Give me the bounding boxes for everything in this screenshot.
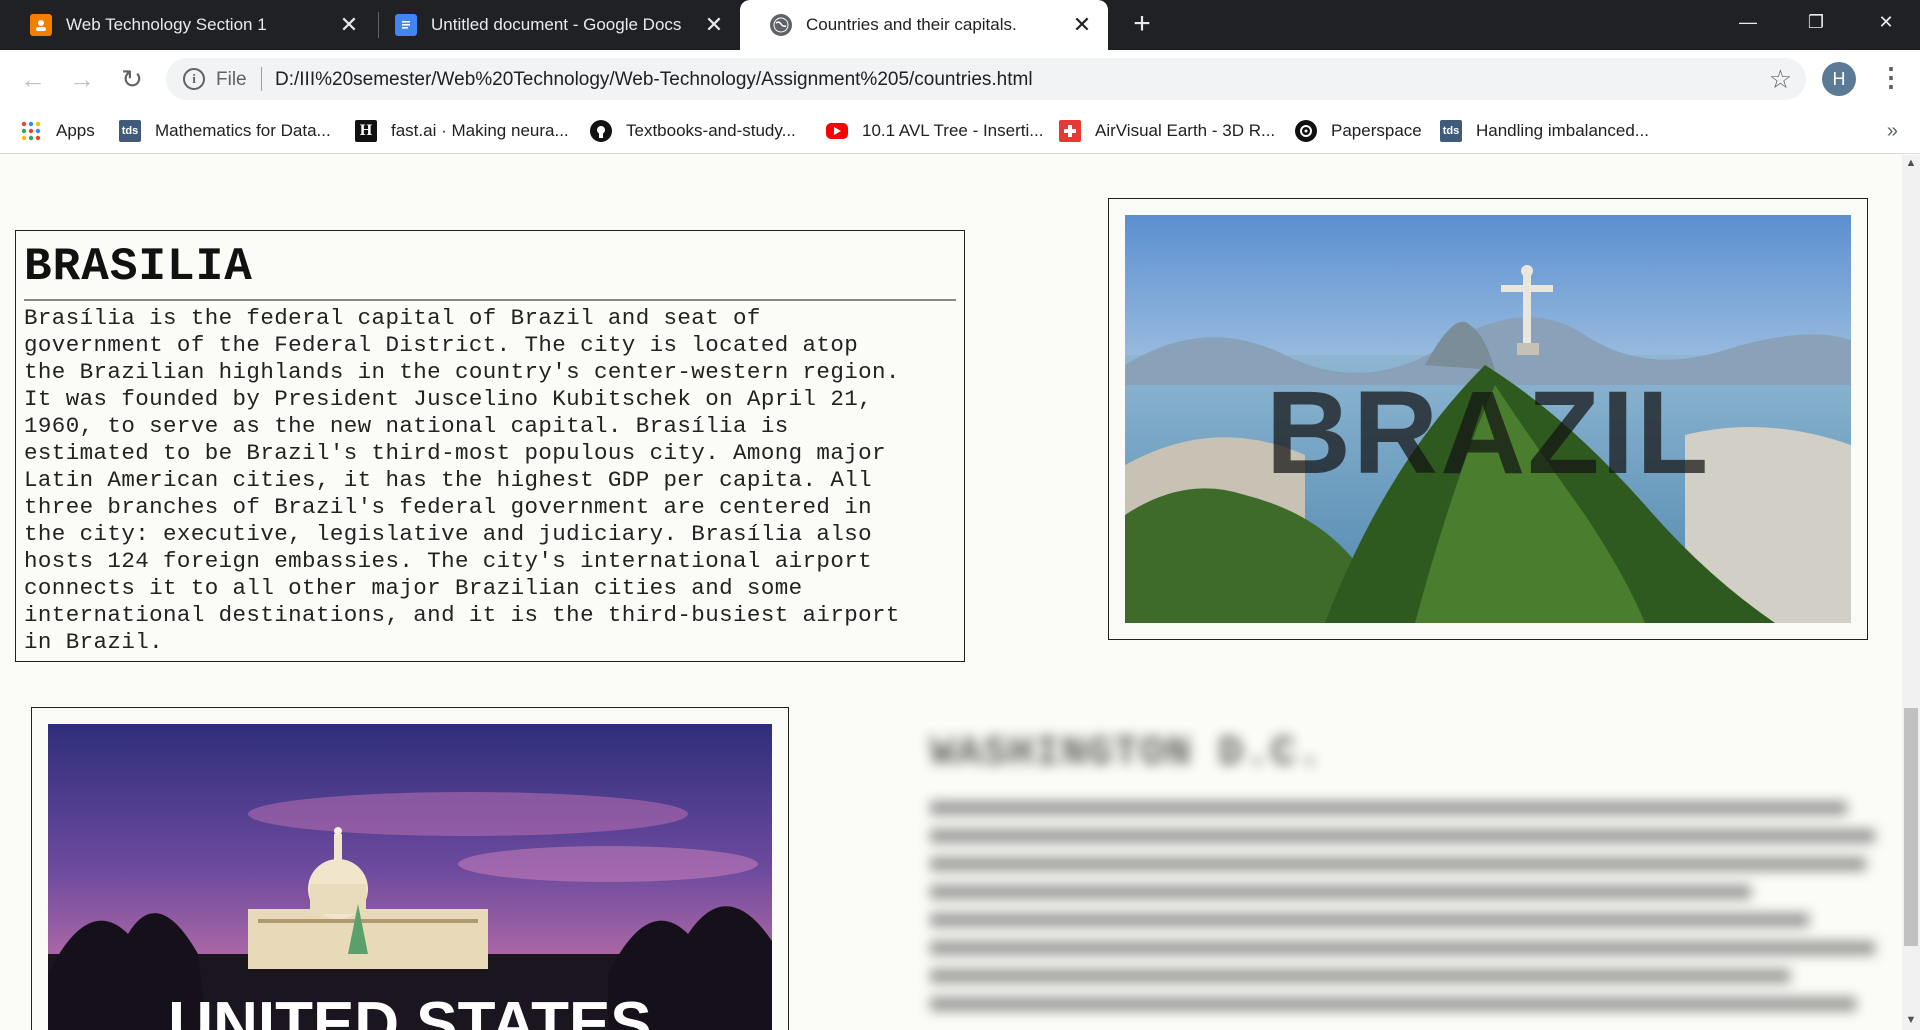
tab-web-technology[interactable]: Web Technology Section 1 ✕ — [0, 0, 375, 50]
usa-photo-frame: UNITED STATES — [31, 707, 789, 1030]
bookmark-fastai[interactable]: H fast.ai · Making neura... — [355, 116, 569, 146]
bookmark-label: Apps — [56, 121, 95, 140]
bookmark-avl-tree[interactable]: 10.1 AVL Tree - Inserti... — [826, 116, 1043, 146]
forward-button[interactable]: → — [67, 64, 97, 94]
page-viewport: BRASILIA Brasília is the federal capital… — [0, 155, 1920, 1030]
reload-button[interactable]: ↻ — [117, 64, 147, 94]
tds-icon: tds — [1440, 120, 1462, 142]
close-tab-icon[interactable]: ✕ — [702, 13, 726, 37]
brasilia-capital-card: BRASILIA Brasília is the federal capital… — [15, 230, 965, 662]
description-line: the city: executive, legislative and jud… — [24, 521, 873, 547]
bookmark-label: Mathematics for Data... — [155, 121, 331, 140]
bookmark-mathematics[interactable]: tds Mathematics for Data... — [119, 116, 331, 146]
address-bar[interactable]: i File D:/III%20semester/Web%20Technolog… — [166, 58, 1806, 100]
scroll-down-arrow-icon[interactable]: ▼ — [1902, 1014, 1920, 1028]
bookmark-paperspace[interactable]: Paperspace — [1295, 116, 1422, 146]
description-line: estimated to be Brazil's third-most popu… — [24, 440, 886, 466]
paperspace-icon — [1295, 120, 1317, 142]
brazil-photo-frame: BRAZIL — [1108, 198, 1868, 640]
info-icon[interactable]: i — [183, 68, 205, 90]
bookmark-label: AirVisual Earth - 3D R... — [1095, 121, 1276, 140]
bookmark-apps[interactable]: Apps — [20, 116, 95, 146]
bookmark-label: Paperspace — [1331, 121, 1422, 140]
browser-toolbar: ← → ↻ i File D:/III%20semester/Web%20Tec… — [0, 50, 1920, 108]
url-separator — [261, 67, 262, 91]
description-line: connects it to all other major Brazilian… — [24, 575, 803, 601]
bookmarks-bar: Apps tds Mathematics for Data... H fast.… — [0, 108, 1920, 154]
back-button[interactable]: ← — [18, 64, 48, 94]
google-docs-icon — [395, 14, 417, 36]
bookmark-handling-imbalanced[interactable]: tds Handling imbalanced... — [1440, 116, 1649, 146]
blogger-icon — [30, 14, 52, 36]
description-line: Latin American cities, it has the highes… — [24, 467, 873, 493]
bookmark-star-icon[interactable]: ☆ — [1769, 64, 1792, 95]
scrollbar-thumb[interactable] — [1904, 708, 1918, 946]
bookmark-label: Textbooks-and-study... — [626, 121, 796, 140]
youtube-icon — [826, 123, 848, 139]
description-line: Brasília is the federal capital of Brazi… — [24, 305, 761, 331]
description-line: It was founded by President Juscelino Ku… — [24, 386, 873, 412]
usa-photo: UNITED STATES — [48, 724, 772, 1030]
globe-icon — [770, 14, 792, 36]
washington-capital-card: WASHINGTON D.C. — [930, 725, 1885, 1025]
description-line: hosts 124 foreign embassies. The city's … — [24, 548, 873, 574]
description-line: government of the Federal District. The … — [24, 332, 859, 358]
capital-title: BRASILIA — [24, 241, 253, 293]
description-line: international destinations, and it is th… — [24, 602, 900, 628]
tab-strip: Web Technology Section 1 ✕ Untitled docu… — [0, 0, 1920, 50]
country-name-label: BRAZIL — [1265, 367, 1711, 499]
url-scheme-label: File — [216, 69, 247, 90]
tab-title: Countries and their capitals. — [806, 15, 1017, 34]
capital-title: WASHINGTON D.C. — [930, 729, 1324, 777]
bookmark-label: 10.1 AVL Tree - Inserti... — [862, 121, 1044, 140]
scroll-up-arrow-icon[interactable]: ▲ — [1902, 157, 1920, 171]
close-window-button[interactable]: ✕ — [1858, 0, 1914, 44]
tds-icon: tds — [119, 120, 141, 142]
new-tab-button[interactable]: + — [1128, 9, 1156, 39]
bookmark-label: Handling imbalanced... — [1476, 121, 1649, 140]
description-line: 1960, to serve as the new national capit… — [24, 413, 789, 439]
h-icon: H — [355, 120, 377, 142]
github-icon — [590, 120, 612, 142]
tab-countries[interactable]: Countries and their capitals. ✕ — [740, 0, 1108, 50]
country-name-label: UNITED STATES — [168, 990, 652, 1030]
bookmark-label: fast.ai · Making neura... — [391, 121, 569, 140]
bookmark-textbooks[interactable]: Textbooks-and-study... — [590, 116, 796, 146]
airvisual-icon — [1059, 120, 1081, 142]
tab-title: Untitled document - Google Docs — [431, 15, 682, 34]
url-text[interactable]: D:/III%20semester/Web%20Technology/Web-T… — [275, 69, 1033, 91]
brazil-photo: BRAZIL — [1125, 215, 1851, 623]
profile-avatar[interactable]: H — [1822, 62, 1856, 96]
restore-button[interactable]: ❐ — [1788, 0, 1844, 44]
description-line: the Brazilian highlands in the country's… — [24, 359, 900, 385]
browser-menu-icon[interactable]: ⋮ — [1878, 62, 1904, 96]
page-scrollbar[interactable]: ▲ ▼ — [1902, 155, 1920, 1030]
title-divider — [24, 299, 956, 301]
capital-description-blurred — [930, 801, 1885, 1011]
close-tab-icon[interactable]: ✕ — [337, 13, 361, 37]
capital-description: Brasília is the federal capital of Brazi… — [24, 305, 956, 656]
description-line: in Brazil. — [24, 629, 164, 655]
tab-google-docs[interactable]: Untitled document - Google Docs ✕ — [365, 0, 740, 50]
bookmarks-overflow-icon[interactable]: » — [1887, 120, 1898, 143]
close-tab-icon[interactable]: ✕ — [1070, 13, 1094, 37]
bookmark-airvisual[interactable]: AirVisual Earth - 3D R... — [1059, 116, 1275, 146]
tab-title: Web Technology Section 1 — [66, 15, 267, 34]
apps-grid-icon — [20, 120, 42, 142]
description-line: three branches of Brazil's federal gover… — [24, 494, 873, 520]
minimize-button[interactable]: — — [1720, 0, 1776, 44]
